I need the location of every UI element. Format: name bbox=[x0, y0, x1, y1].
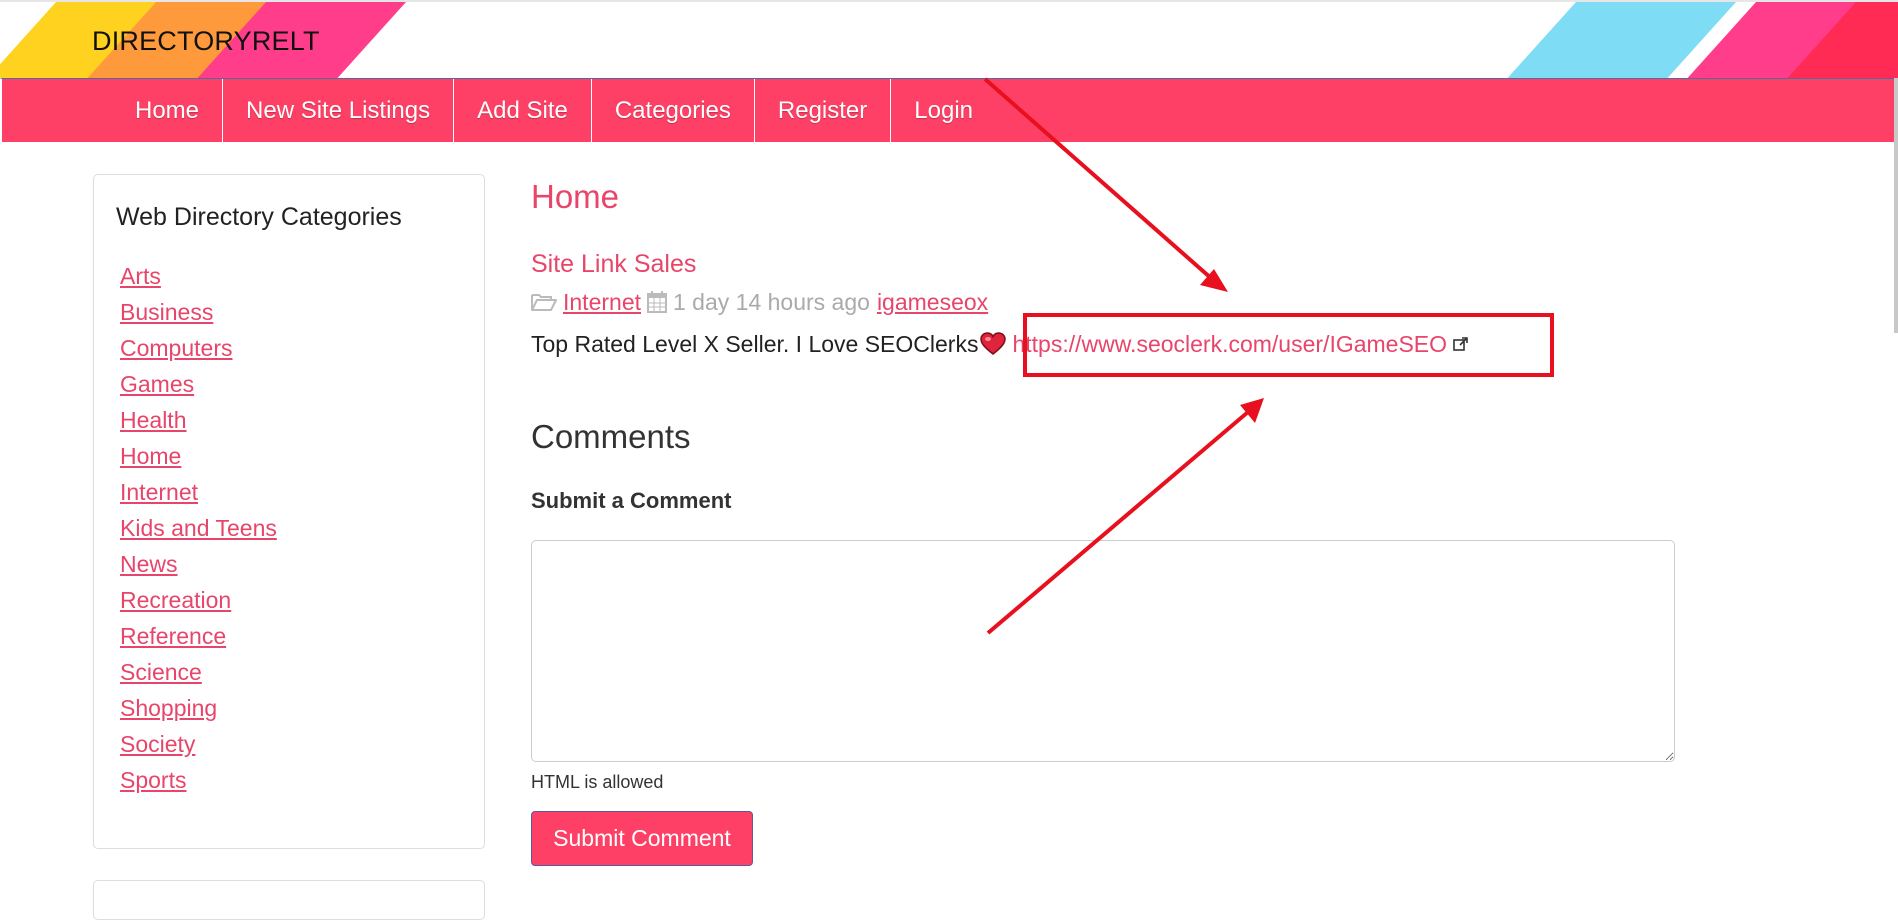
comment-textarea[interactable] bbox=[531, 540, 1675, 762]
list-item: Shopping bbox=[120, 695, 277, 731]
page-scrollbar[interactable] bbox=[1894, 78, 1898, 333]
header-banner: DIRECTORYRELT bbox=[0, 0, 1898, 78]
page-title: Home bbox=[531, 178, 620, 215]
category-link-recreation[interactable]: Recreation bbox=[120, 587, 231, 613]
list-item: Recreation bbox=[120, 587, 277, 623]
list-item: Internet bbox=[120, 479, 277, 515]
list-item: Health bbox=[120, 407, 277, 443]
listing-title[interactable]: Site Link Sales bbox=[531, 250, 696, 279]
category-link-home[interactable]: Home bbox=[120, 443, 181, 469]
listing-description-text: Top Rated Level X Seller. I Love SEOCler… bbox=[531, 330, 979, 357]
annotation-highlight-box bbox=[1023, 313, 1554, 377]
category-link-sports[interactable]: Sports bbox=[120, 767, 186, 793]
comments-heading: Comments bbox=[531, 418, 691, 455]
folder-open-icon bbox=[531, 292, 557, 312]
categories-panel-title: Web Directory Categories bbox=[116, 203, 402, 231]
list-item: Science bbox=[120, 659, 277, 695]
category-link-society[interactable]: Society bbox=[120, 731, 195, 757]
list-item: Kids and Teens bbox=[120, 515, 277, 551]
list-item: Arts bbox=[120, 263, 277, 299]
category-link-shopping[interactable]: Shopping bbox=[120, 695, 217, 721]
category-link-kids-and-teens[interactable]: Kids and Teens bbox=[120, 515, 277, 541]
listing-author-link[interactable]: igameseox bbox=[877, 289, 988, 316]
comment-help-text: HTML is allowed bbox=[531, 772, 664, 792]
nav-register[interactable]: Register bbox=[755, 79, 892, 142]
submit-comment-button[interactable]: Submit Comment bbox=[531, 811, 753, 866]
category-link-internet[interactable]: Internet bbox=[120, 479, 198, 505]
nav-list: Home New Site Listings Add Site Categori… bbox=[112, 79, 996, 143]
heart-emoji-icon bbox=[980, 332, 1007, 356]
main-nav: Home New Site Listings Add Site Categori… bbox=[0, 78, 1894, 142]
nav-home[interactable]: Home bbox=[112, 79, 224, 142]
list-item: Home bbox=[120, 443, 277, 479]
category-link-health[interactable]: Health bbox=[120, 407, 186, 433]
nav-categories[interactable]: Categories bbox=[592, 79, 755, 142]
category-link-computers[interactable]: Computers bbox=[120, 335, 232, 361]
site-title[interactable]: DIRECTORYRELT bbox=[92, 26, 320, 57]
secondary-panel bbox=[93, 880, 485, 920]
list-item: Computers bbox=[120, 335, 277, 371]
category-link-science[interactable]: Science bbox=[120, 659, 202, 685]
listing-time-ago: 1 day 14 hours ago bbox=[673, 288, 870, 315]
list-item: Sports bbox=[120, 767, 277, 803]
calendar-icon bbox=[647, 291, 667, 313]
nav-login[interactable]: Login bbox=[891, 79, 996, 142]
category-link-reference[interactable]: Reference bbox=[120, 623, 226, 649]
categories-panel: Web Directory Categories Arts Business C… bbox=[93, 174, 485, 849]
submit-comment-heading: Submit a Comment bbox=[531, 488, 732, 513]
listing-category-link[interactable]: Internet bbox=[563, 289, 641, 316]
category-link-business[interactable]: Business bbox=[120, 299, 213, 325]
list-item: News bbox=[120, 551, 277, 587]
list-item: Society bbox=[120, 731, 277, 767]
category-link-news[interactable]: News bbox=[120, 551, 178, 577]
category-link-games[interactable]: Games bbox=[120, 371, 194, 397]
listing-meta: Internet 1 day 14 hours ago igameseox bbox=[531, 287, 988, 317]
nav-new-site-listings[interactable]: New Site Listings bbox=[223, 79, 455, 142]
category-list: Arts Business Computers Games Health Hom… bbox=[120, 263, 277, 803]
category-link-arts[interactable]: Arts bbox=[120, 263, 161, 289]
list-item: Games bbox=[120, 371, 277, 407]
list-item: Reference bbox=[120, 623, 277, 659]
nav-add-site[interactable]: Add Site bbox=[454, 79, 592, 142]
list-item: Business bbox=[120, 299, 277, 335]
